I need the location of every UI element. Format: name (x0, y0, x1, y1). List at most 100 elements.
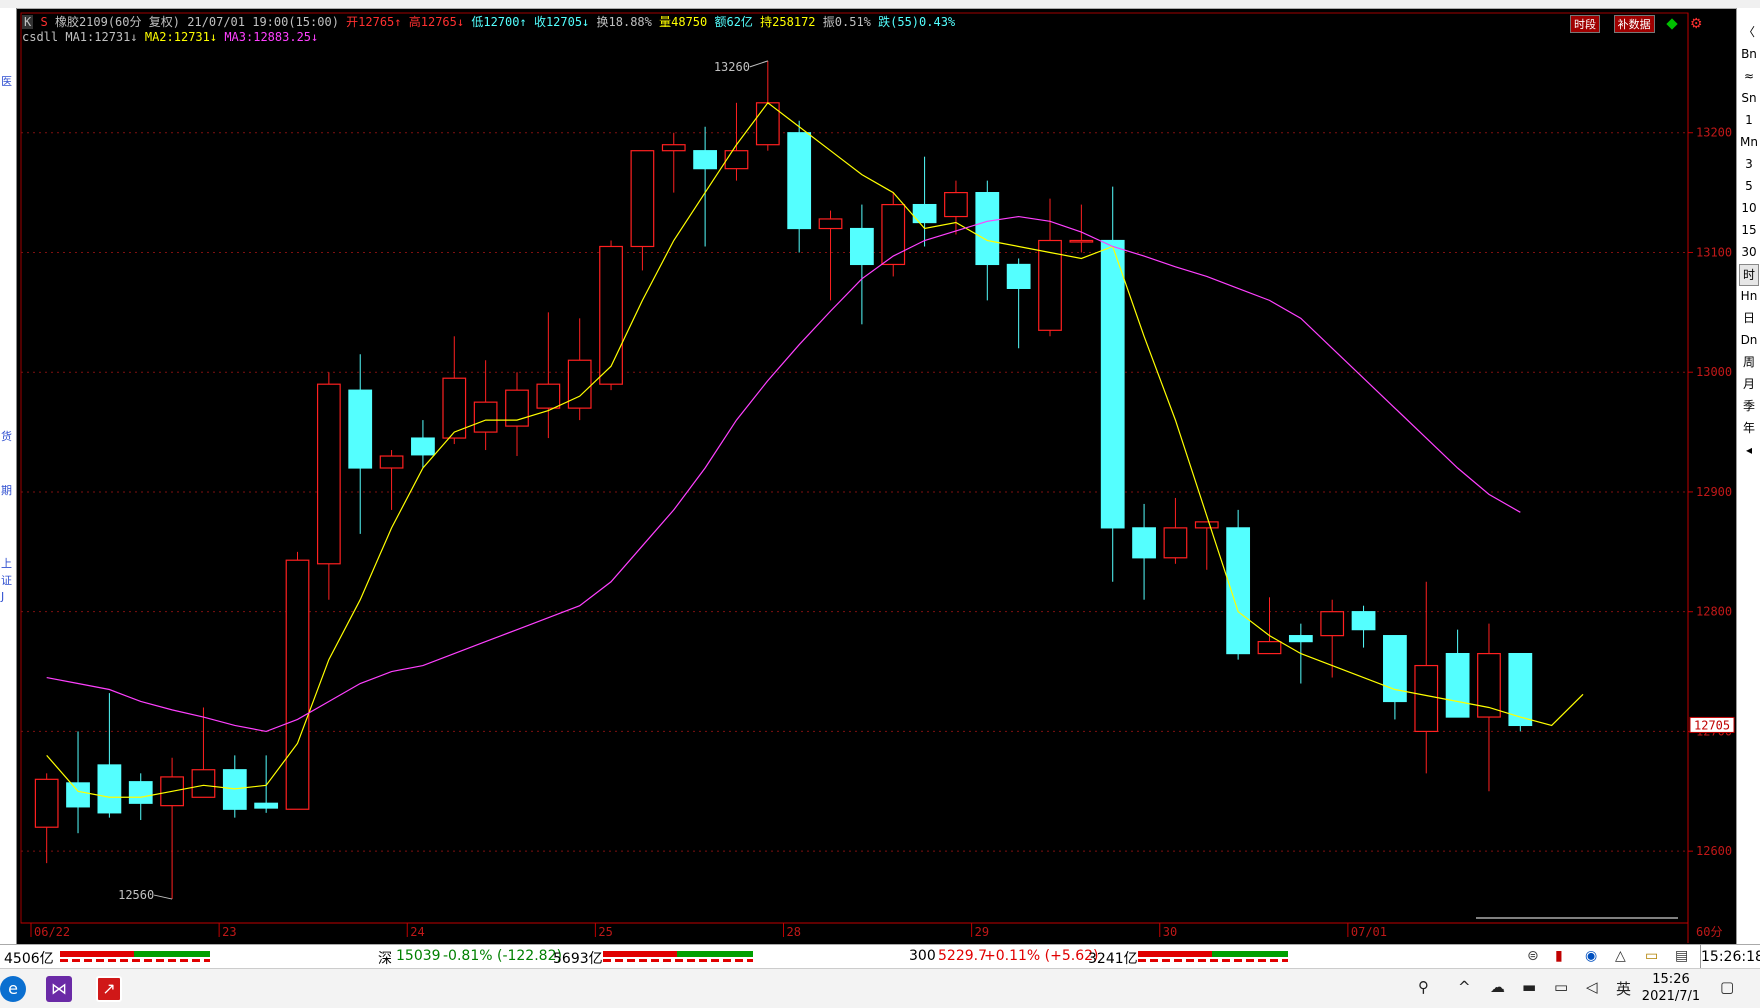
ime-indicator[interactable]: 英 (1616, 978, 1631, 999)
open-price: 开12765↑ (346, 15, 402, 29)
taskbar-clock[interactable]: 15:26 2021/7/1 (1636, 971, 1706, 1005)
candle-body (693, 150, 718, 170)
volume-icon[interactable]: ◁ (1586, 978, 1598, 996)
y-tick-label: 12900 (1696, 485, 1732, 499)
hs300-change: +0.11% (+5.62) (984, 948, 1099, 964)
candle-body (1006, 263, 1031, 289)
period-button[interactable]: Sn (1739, 88, 1759, 108)
period-button[interactable]: 时 (1739, 264, 1759, 286)
x-tick-label: 28 (787, 925, 801, 939)
windows-taskbar: e ⋈ ↗ ⚲ ^ ☁ ▬ ▭ ◁ 英 15:26 2021/7/1 ▢ (0, 968, 1760, 1008)
period-button[interactable]: 月 (1739, 374, 1759, 394)
candle-body (254, 802, 279, 809)
edge-browser-icon[interactable]: e (0, 976, 26, 1002)
candle-body (849, 227, 874, 266)
sz-change: -0.81% (-122.82) (443, 948, 562, 964)
last-price-label: 12705 (1694, 718, 1730, 732)
indicator-line: csdll MA1:12731↓ MA2:12731↓ MA3:12883.25… (22, 30, 318, 44)
period-button[interactable]: ≈ (1739, 66, 1759, 86)
period-button[interactable]: 30 (1739, 242, 1759, 262)
price-change: 跌(55)0.43% (878, 15, 956, 29)
sz-label: 深 (378, 951, 392, 967)
candle-body (944, 192, 968, 218)
left-label[interactable]: 货 (1, 428, 12, 444)
candle-body (316, 383, 341, 565)
period-button[interactable]: Mn (1739, 132, 1759, 152)
visual-studio-icon[interactable]: ⋈ (46, 976, 72, 1002)
candle-body (1257, 641, 1282, 655)
candle-body (724, 150, 749, 170)
ma2-value: MA2:12731↓ (144, 30, 218, 44)
diamond-icon[interactable] (1666, 18, 1678, 30)
amplitude: 振0.51% (822, 15, 871, 29)
notification-icon[interactable]: ▢ (1720, 978, 1734, 996)
period-button[interactable]: Dn (1739, 330, 1759, 350)
taskbar-time: 15:26 (1652, 972, 1690, 987)
globe-icon[interactable]: ◉ (1585, 948, 1597, 964)
low-price: 低12700↑ (471, 15, 527, 29)
candle-body (1194, 521, 1219, 529)
x-tick-label: 07/01 (1351, 925, 1387, 939)
trading-app-icon[interactable]: ↗ (96, 976, 122, 1002)
candle-body (599, 245, 623, 385)
candle-body (818, 218, 843, 230)
network-icon[interactable]: ▭ (1554, 978, 1568, 996)
period-button[interactable]: 季 (1739, 396, 1759, 416)
left-side-panel[interactable]: 医 货 期 上 证 J (0, 8, 17, 960)
period-button[interactable]: Bn (1739, 44, 1759, 64)
x-tick-label: 30 (1163, 925, 1177, 939)
period-button[interactable]: 10 (1739, 198, 1759, 218)
time-segment-button[interactable]: 时段 (1570, 15, 1600, 33)
people-icon[interactable]: ⚲ (1418, 978, 1429, 996)
period-button[interactable]: 周 (1739, 352, 1759, 372)
fill-data-button[interactable]: 补数据 (1613, 15, 1655, 33)
period-button[interactable]: 5 (1739, 176, 1759, 196)
high-price: 高12765↓ (408, 15, 465, 29)
hs300-index: 5229.7 (938, 948, 987, 964)
candle-body (536, 383, 561, 409)
left-label[interactable]: 上 (1, 555, 12, 571)
candle-body (1132, 527, 1156, 559)
period-button[interactable]: 3 (1739, 154, 1759, 174)
status-clock: 15:26:18 (1700, 944, 1760, 969)
alert-icon[interactable]: △ (1615, 948, 1626, 964)
y-tick-label: 13100 (1696, 245, 1732, 259)
left-label[interactable]: 证 (1, 572, 12, 588)
market-breadth-bar (603, 951, 753, 963)
battery-icon[interactable]: ▬ (1522, 978, 1536, 996)
period-button[interactable]: ◂ (1739, 440, 1759, 460)
left-label[interactable]: 期 (1, 482, 12, 498)
period-button[interactable]: Hn (1739, 286, 1759, 306)
left-label[interactable]: J (1, 590, 4, 603)
period-button[interactable]: 年 (1739, 418, 1759, 438)
period-button[interactable]: 15 (1739, 220, 1759, 240)
period-button[interactable]: 〈 (1739, 22, 1759, 42)
x-tick-label: 06/22 (34, 925, 70, 939)
period-button[interactable]: 日 (1739, 308, 1759, 328)
candle-body (128, 781, 153, 804)
trash-icon[interactable]: ▮ (1555, 948, 1563, 964)
ma3-value: MA3:12883.25↓ (224, 30, 319, 44)
market-status-bar: 4506亿 深 15039 -0.81% (-122.82) 5693亿 300… (0, 944, 1736, 969)
settings-gear-icon[interactable]: ⚙ (1689, 16, 1703, 32)
extreme-pointer (749, 60, 768, 68)
left-label[interactable]: 医 (1, 73, 12, 89)
period-button[interactable]: 1 (1739, 110, 1759, 130)
candle-body (379, 455, 404, 469)
candle-body (1320, 611, 1345, 637)
ma-line-ma1 (46, 101, 1584, 798)
clipboard-icon[interactable]: ▤ (1675, 948, 1688, 964)
indicator-name[interactable]: csdll (22, 30, 58, 44)
candle-body (975, 192, 1000, 266)
candle-body (1414, 664, 1439, 733)
link-icon[interactable]: ⊜ (1527, 948, 1539, 964)
cloud-icon[interactable]: ☁ (1490, 978, 1505, 996)
x-tick-label: 29 (975, 925, 989, 939)
chevron-up-icon[interactable]: ^ (1458, 978, 1471, 996)
candle-body (1445, 652, 1470, 718)
market-code: K (22, 15, 34, 29)
sz-amount: 5693亿 (553, 951, 603, 967)
candle-body (66, 782, 90, 808)
kline-chart[interactable]: 1260012700128001290013000131001320006/22… (16, 8, 1736, 944)
mail-icon[interactable]: ▭ (1645, 948, 1658, 964)
